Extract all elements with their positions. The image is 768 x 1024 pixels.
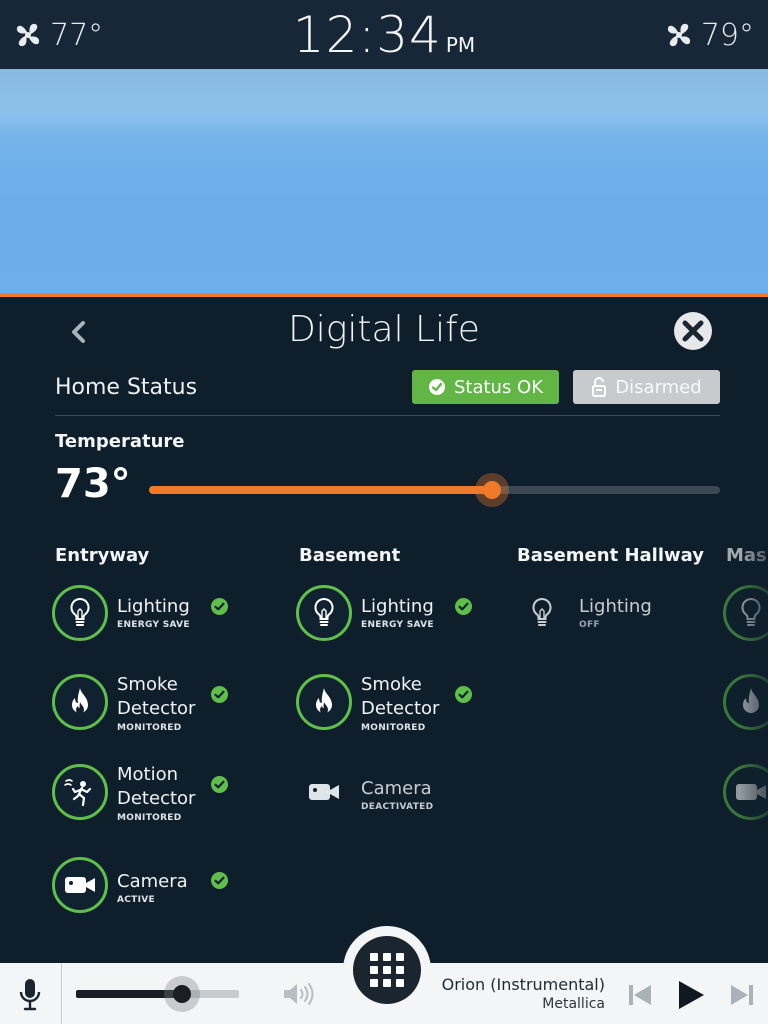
disarmed-button[interactable]: Disarmed [573,370,720,404]
clock-time: 12:34 [292,6,442,64]
scroll-edge-fade [740,537,768,957]
camera-icon [65,877,95,893]
now-playing[interactable]: Orion (Instrumental) Metallica [442,975,605,1013]
grid-icon [370,953,404,987]
panel-title: Digital Life [288,309,480,350]
device-status: OFF [579,620,600,630]
flame-icon [316,688,332,714]
lightbulb-icon [532,597,552,626]
play-button[interactable] [676,979,706,1015]
temperature-label: Temperature [55,431,185,452]
check-icon [455,686,472,703]
home-status-label: Home Status [55,375,198,400]
room-title: Entryway [55,545,150,566]
skip-forward-icon [731,985,753,1005]
play-icon [679,981,704,1009]
device-status: ENERGY SAVE [117,620,190,630]
room-basement-hallway: Basement Hallway [517,545,704,566]
clock: 12:34 PM [0,6,768,64]
volume-slider-thumb[interactable] [172,985,191,1003]
device-icon-plain [296,764,352,820]
device-status: ENERGY SAVE [361,620,434,630]
speaker-icon [284,983,314,1005]
device-icon-circle [52,857,108,913]
check-icon [211,598,228,615]
clock-ampm: PM [445,33,476,57]
temperature-value: 73° [55,461,131,507]
device-status: MONITORED [361,723,426,733]
top-status-bar: 77° 12:34 PM 79° [0,0,768,69]
close-button[interactable] [674,312,712,350]
device-name: Lighting [361,596,434,617]
flame-icon [72,688,88,714]
check-circle-icon [428,379,445,395]
device-name-line1: Motion [117,764,179,785]
temperature-slider-fill [149,486,492,494]
device-name-line2: Detector [117,698,196,719]
lightbulb-icon [314,597,334,626]
device-status: ACTIVE [117,895,155,905]
volume-button[interactable] [282,981,316,1011]
check-icon [211,776,228,793]
device-icon-plain [514,585,570,641]
microphone-button[interactable] [14,977,46,1015]
right-temperature: 79° [700,17,754,53]
camera-icon [309,784,339,800]
device-name-line2: Detector [117,788,196,809]
device-icon-circle [52,764,108,820]
motion-icon [64,779,92,807]
divider [55,415,720,416]
device-name: Lighting [117,596,190,617]
song-title: Orion (Instrumental) [441,975,605,994]
background-sky [0,69,768,293]
next-track-button[interactable] [729,983,755,1011]
room-title: Basement Hallway [517,545,704,566]
device-name-line1: Smoke [117,674,178,695]
right-climate-zone[interactable]: 79° [663,14,754,56]
device-status: MONITORED [117,813,182,823]
room-title: Basement [299,545,401,566]
device-name-line1: Smoke [361,674,422,695]
close-icon [682,320,704,342]
device-name: Lighting [579,596,652,617]
apps-button[interactable] [353,936,421,1004]
device-status: MONITORED [117,723,182,733]
disarmed-label: Disarmed [615,376,702,398]
room-basement: Basement [299,545,400,566]
temperature-slider-thumb[interactable] [482,481,501,499]
device-icon-circle [296,585,352,641]
device-icon-circle [296,674,352,730]
previous-track-button[interactable] [627,983,653,1011]
microphone-icon [19,979,41,1011]
device-status: DEACTIVATED [361,802,434,812]
song-artist: Metallica [542,996,605,1012]
check-icon [211,686,228,703]
divider [61,963,62,1024]
device-name: Camera [117,871,188,892]
status-ok-label: Status OK [453,376,544,398]
unlock-icon [592,377,607,397]
device-icon-circle [52,585,108,641]
lightbulb-icon [70,597,90,626]
device-icon-circle [52,674,108,730]
room-entryway: Entryway [55,545,149,566]
check-icon [455,598,472,615]
device-name: Camera [361,778,432,799]
device-name-line2: Detector [361,698,440,719]
fan-icon [667,23,690,47]
check-icon [211,872,228,889]
digital-life-panel: Digital Life Home Status Status OK Disar… [0,297,768,963]
skip-back-icon [629,985,651,1005]
status-ok-badge[interactable]: Status OK [412,370,559,404]
